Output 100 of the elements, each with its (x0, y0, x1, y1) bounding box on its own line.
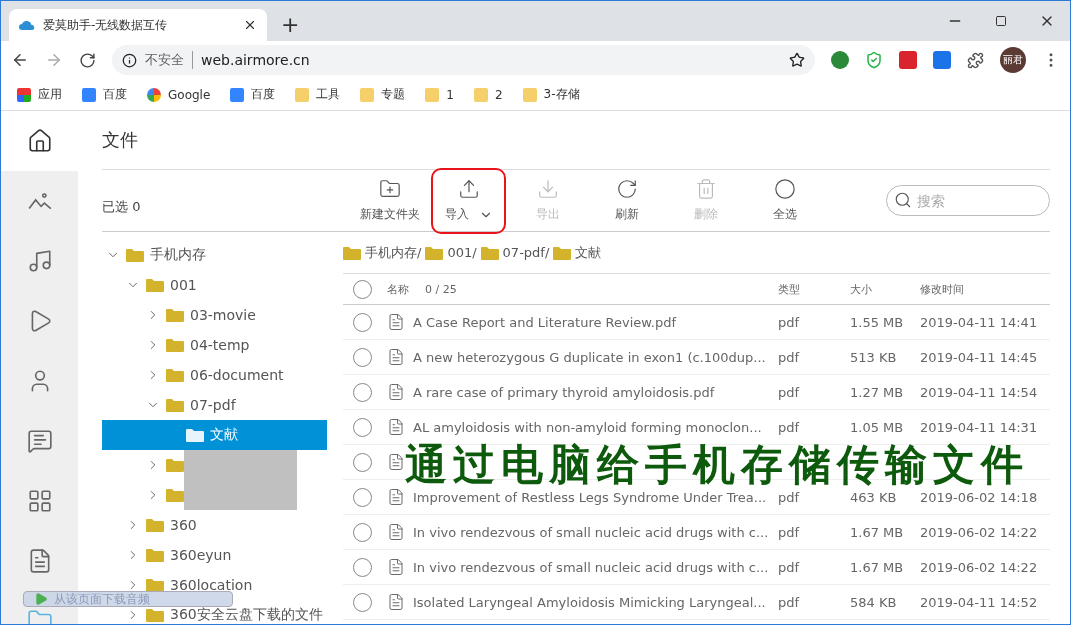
file-name[interactable]: A Case Report and Literature Review.pdf (413, 314, 676, 330)
shield-icon[interactable] (865, 51, 883, 69)
toolbar-button[interactable]: 导入 (431, 167, 506, 234)
bookmark[interactable]: 1 (425, 87, 454, 102)
bookmark-label: 百度 (103, 86, 127, 103)
tree-item[interactable]: 07-pdf (102, 390, 327, 420)
row-radio[interactable] (353, 557, 372, 577)
select-all-radio[interactable] (353, 279, 372, 299)
page-title: 文件 (102, 111, 1050, 170)
bookmark[interactable]: 百度 (230, 86, 276, 103)
cloud-icon (19, 19, 35, 31)
file-icon (387, 348, 405, 366)
trash-icon (694, 178, 717, 200)
file-name[interactable]: Isolated Laryngeal Amyloidosis Mimicking Laryngeal... (413, 594, 766, 610)
back-icon[interactable] (11, 51, 29, 69)
reload-icon[interactable] (79, 51, 96, 69)
breadcrumb-item[interactable]: 手机内存/ (365, 243, 422, 262)
url-text: web.airmore.cn (201, 52, 311, 68)
bookmark-label: 1 (446, 87, 454, 102)
bookmark[interactable]: 应用 (17, 86, 62, 103)
tree-item[interactable]: 03-movie (102, 300, 327, 330)
row-radio[interactable] (353, 417, 372, 437)
circle-icon (773, 178, 796, 200)
file-name[interactable]: AL amyloidosis with non-amyloid forming monoclon... (413, 419, 762, 435)
tree-item[interactable]: 手机内存 (102, 240, 327, 270)
file-size: 513 KB (850, 349, 898, 365)
bookmark[interactable]: 百度 (82, 86, 127, 103)
toolbar-button[interactable]: 全选 (747, 167, 822, 234)
maximize-icon[interactable] (995, 15, 1007, 27)
row-radio[interactable] (353, 452, 372, 472)
modified-time: 2019-04-11 14:41 (920, 314, 1039, 330)
bookmark-label: 2 (494, 87, 503, 102)
file-icon (387, 558, 405, 576)
file-icon (387, 453, 405, 471)
bookmark-label: 百度 (251, 86, 276, 103)
breadcrumb-item[interactable]: 07-pdf/ (502, 245, 550, 260)
bookmark[interactable]: Google (147, 87, 211, 102)
security-label: 不安全 (145, 51, 193, 69)
row-radio[interactable] (353, 522, 372, 542)
bookmark-label: 专题 (381, 86, 406, 103)
message-icon (26, 428, 53, 454)
music-icon (26, 248, 53, 274)
file-name[interactable]: A new heterozygous G duplicate in exon1 (c.100dup... (413, 349, 766, 365)
extension-icon[interactable] (831, 51, 849, 69)
refresh-icon (615, 178, 638, 200)
address-bar[interactable]: 不安全 web.airmore.cn (112, 45, 815, 75)
file-size: 1.27 MB (850, 384, 905, 400)
toolbar-button[interactable]: 新建文件夹 (352, 167, 427, 234)
row-radio[interactable] (353, 347, 372, 367)
info-icon (122, 52, 137, 68)
file-type: pdf (778, 489, 801, 505)
bookmark[interactable]: 工具 (295, 86, 341, 103)
column-header[interactable]: 修改时间 (920, 281, 1050, 297)
apps-icon (17, 87, 31, 102)
column-header[interactable]: 类型 (778, 281, 850, 297)
home-icon (26, 128, 53, 154)
toolbar-button[interactable]: 刷新 (589, 167, 664, 234)
search-field[interactable]: 搜索 (886, 185, 1050, 216)
column-header[interactable]: 大小 (850, 281, 920, 297)
modified-time: 2019-04-11 14:54 (920, 384, 1039, 400)
sidebar-item[interactable] (1, 111, 78, 171)
tree-item[interactable]: 360 (102, 510, 327, 540)
download-audio-label: 从该页面下载音频 (54, 590, 150, 608)
search-icon (894, 191, 912, 209)
row-radio[interactable] (353, 592, 372, 612)
extension-icon[interactable] (933, 51, 951, 69)
star-icon[interactable] (789, 52, 805, 68)
tree-item[interactable]: 360eyun (102, 540, 327, 570)
puzzle-icon[interactable] (967, 51, 984, 69)
file-size: 463 KB (850, 489, 898, 505)
breadcrumb-item[interactable]: 001/ (447, 245, 477, 260)
profile-avatar[interactable]: 丽君 (1000, 47, 1026, 73)
row-radio[interactable] (353, 382, 372, 402)
breadcrumb-item[interactable]: 文献 (575, 243, 602, 262)
grid-icon (26, 488, 53, 514)
file-type: pdf (778, 559, 801, 575)
tree-item[interactable]: 001 (102, 270, 327, 300)
download-icon (536, 178, 559, 200)
file-icon (387, 523, 405, 541)
row-radio[interactable] (353, 312, 372, 332)
forward-icon[interactable] (45, 51, 63, 69)
modified-time: 2019-04-11 14:52 (920, 594, 1039, 610)
modified-time: 2019-04-11 14:45 (920, 349, 1039, 365)
file-size: 1.55 MB (850, 314, 905, 330)
tree-item[interactable]: 04-temp (102, 330, 327, 360)
close-icon[interactable] (243, 18, 257, 32)
bookmark[interactable]: 3-存储 (522, 86, 580, 103)
file-size: 1.05 MB (850, 419, 905, 435)
new-tab-button[interactable]: + (281, 12, 300, 37)
column-header[interactable]: 名称 (387, 281, 409, 297)
bookmark[interactable]: 专题 (360, 86, 406, 103)
file-name[interactable]: Improvement of Restless Legs Syndrome Under Trea... (413, 489, 767, 505)
row-radio[interactable] (353, 487, 372, 507)
browser-tab[interactable]: 爱莫助手-无线数据互传 (9, 9, 267, 41)
file-name[interactable]: A rare case of primary thyroid amyloidosis.pdf (413, 384, 715, 400)
tree-item[interactable]: 06-document (102, 360, 327, 390)
file-name[interactable]: In vivo rendezvous of small nucleic acid drugs with c... (413, 559, 769, 575)
bookmark[interactable]: 2 (473, 87, 503, 102)
file-size: 1.67 MB (850, 559, 905, 575)
file-name[interactable]: In vivo rendezvous of small nucleic acid drugs with c... (413, 524, 769, 540)
